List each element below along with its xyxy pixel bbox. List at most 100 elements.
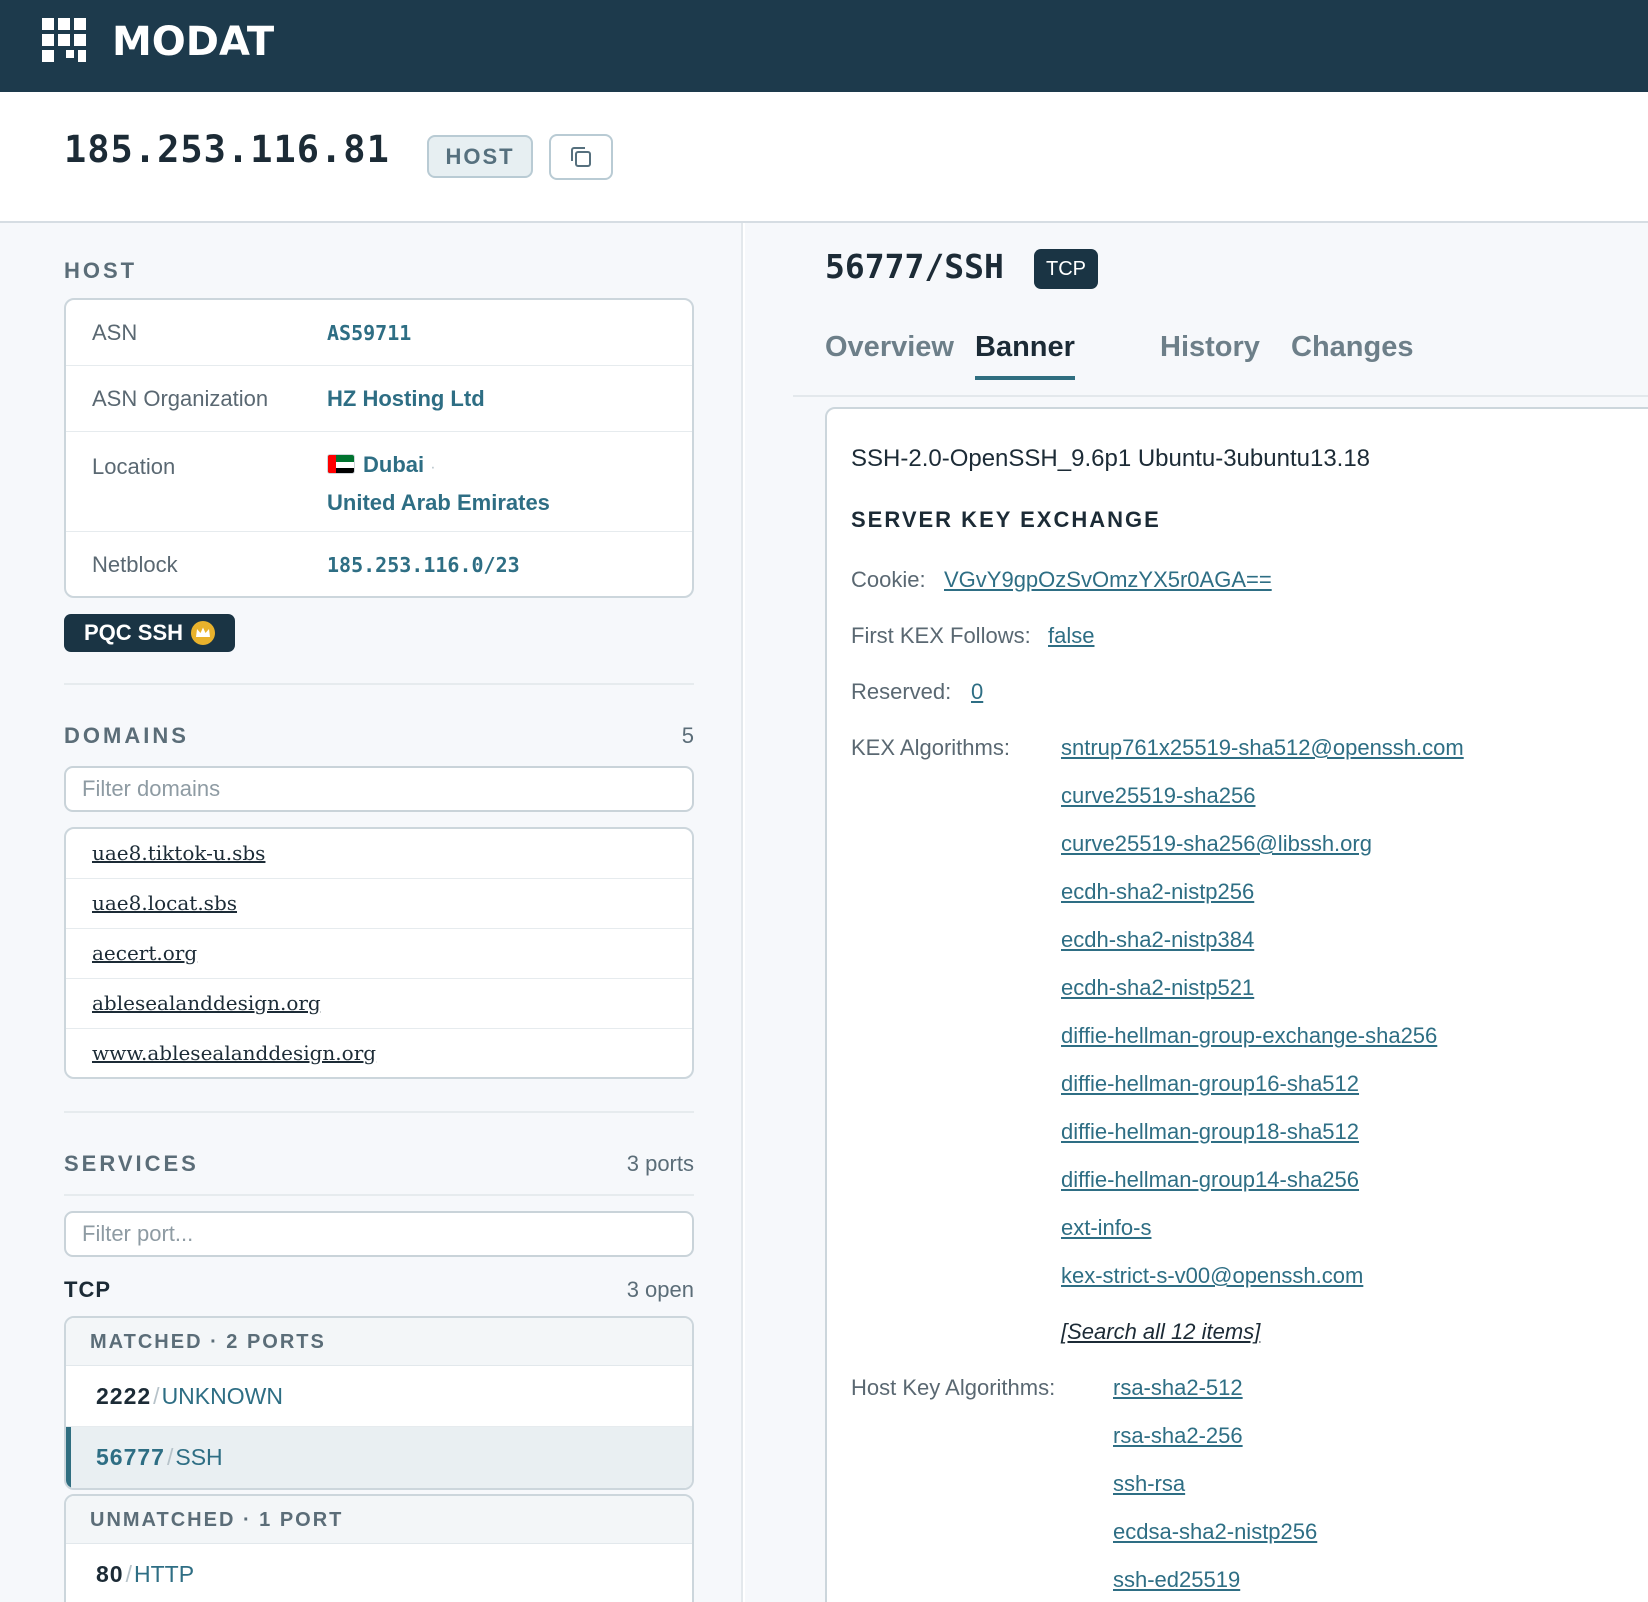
unmatched-ports-group: UNMATCHED · 1 PORT 80/HTTP — [64, 1494, 694, 1602]
kex-algorithm-link[interactable]: ext-info-s — [1061, 1215, 1151, 1241]
kex-algorithm-link[interactable]: diffie-hellman-group14-sha256 — [1061, 1167, 1359, 1193]
asn-org-row: ASN Organization HZ Hosting Ltd — [66, 366, 692, 432]
service-title: 56777/SSH — [825, 247, 1004, 286]
kex-algorithm-link[interactable]: ecdh-sha2-nistp521 — [1061, 975, 1254, 1001]
port-protocol: UNKNOWN — [161, 1383, 283, 1409]
section-divider — [64, 1194, 694, 1196]
pqc-ssh-label: PQC SSH — [84, 620, 184, 645]
cookie-label: Cookie: — [851, 567, 926, 592]
kex-algorithms-label: KEX Algorithms: — [851, 735, 1010, 760]
search-all-items-link[interactable]: [Search all 12 items] — [1061, 1319, 1260, 1345]
domain-list: uae8.tiktok-u.sbs uae8.locat.sbs aecert.… — [64, 827, 694, 1079]
port-row-56777[interactable]: 56777/SSH — [66, 1427, 692, 1488]
host-key-algorithm-link[interactable]: ssh-rsa — [1113, 1471, 1185, 1497]
location-city-text[interactable]: Dubai — [363, 452, 424, 477]
filter-domains-input[interactable] — [64, 766, 694, 812]
port-protocol: HTTP — [133, 1561, 195, 1587]
tab-history[interactable]: History — [1160, 331, 1260, 376]
cookie-value[interactable]: VGvY9gpOzSvOmzYX5r0AGA== — [944, 567, 1272, 593]
location-city[interactable]: Dubai · — [327, 452, 436, 478]
domain-link[interactable]: www.ablesealanddesign.org — [92, 1041, 376, 1065]
port-row-2222[interactable]: 2222/UNKNOWN — [66, 1366, 692, 1427]
kex-algorithm-link[interactable]: ecdh-sha2-nistp256 — [1061, 879, 1254, 905]
location-label: Location — [92, 454, 176, 479]
kex-algorithm-link[interactable]: diffie-hellman-group16-sha512 — [1061, 1071, 1359, 1097]
section-divider — [64, 683, 694, 685]
netblock-value[interactable]: 185.253.116.0/23 — [327, 553, 520, 577]
domain-link[interactable]: ablesealanddesign.org — [92, 991, 321, 1015]
tab-overview[interactable]: Overview — [825, 331, 954, 376]
copy-icon — [571, 147, 591, 167]
matched-ports-group: MATCHED · 2 PORTS 2222/UNKNOWN 56777/SSH — [64, 1316, 694, 1490]
netblock-label: Netblock — [92, 552, 178, 577]
asn-org-value[interactable]: HZ Hosting Ltd — [327, 386, 485, 412]
uae-flag-icon — [327, 454, 355, 474]
service-tabs: Overview Banner History Changes — [793, 309, 1648, 397]
domains-count: 5 — [681, 723, 694, 748]
matched-heading: MATCHED · 2 PORTS — [66, 1318, 692, 1366]
tab-changes[interactable]: Changes — [1291, 331, 1413, 376]
crown-icon — [191, 621, 216, 645]
kex-algorithm-link[interactable]: curve25519-sha256@libssh.org — [1061, 831, 1372, 857]
left-panel: HOST ASN AS59711 ASN Organization HZ Hos… — [0, 223, 743, 1602]
port-row-80[interactable]: 80/HTTP — [66, 1544, 692, 1602]
domain-link[interactable]: aecert.org — [92, 941, 197, 965]
kex-algorithm-link[interactable]: kex-strict-s-v00@openssh.com — [1061, 1263, 1363, 1289]
kex-algorithm-link[interactable]: diffie-hellman-group18-sha512 — [1061, 1119, 1359, 1145]
banner-card: SSH-2.0-OpenSSH_9.6p1 Ubuntu-3ubuntu13.1… — [825, 407, 1648, 1602]
asn-value[interactable]: AS59711 — [327, 321, 411, 345]
location-row: Location Dubai · United Arab Emirates — [66, 432, 692, 532]
tab-banner[interactable]: Banner — [975, 331, 1075, 380]
port-protocol: SSH — [175, 1444, 223, 1470]
host-key-algorithm-link[interactable]: rsa-sha2-512 — [1113, 1375, 1243, 1401]
services-section-title: SERVICES — [64, 1151, 199, 1176]
section-divider — [64, 1111, 694, 1113]
reserved-label: Reserved: — [851, 679, 952, 704]
asn-row: ASN AS59711 — [66, 300, 692, 366]
first-kex-value[interactable]: false — [1048, 623, 1094, 649]
copy-button[interactable] — [549, 134, 613, 180]
domain-item: ablesealanddesign.org — [66, 979, 692, 1029]
port-number: 56777 — [96, 1444, 165, 1470]
location-separator: · — [430, 459, 436, 476]
host-section-title: HOST — [64, 258, 138, 283]
host-key-algorithm-link[interactable]: ssh-ed25519 — [1113, 1567, 1240, 1593]
domain-item: uae8.tiktok-u.sbs — [66, 829, 692, 879]
service-detail-panel: 56777/SSH TCP Overview Banner History Ch… — [745, 223, 1648, 1602]
brand-name[interactable]: MODAT — [112, 18, 274, 66]
domain-link[interactable]: uae8.locat.sbs — [92, 891, 237, 915]
transport-badge: TCP — [1034, 249, 1098, 289]
modat-logo-icon[interactable] — [42, 18, 90, 66]
host-key-algorithm-link[interactable]: rsa-sha2-256 — [1113, 1423, 1243, 1449]
host-key-algorithms-label: Host Key Algorithms: — [851, 1375, 1056, 1400]
host-type-badge: HOST — [427, 135, 533, 178]
unmatched-heading: UNMATCHED · 1 PORT — [66, 1496, 692, 1544]
kex-algorithm-link[interactable]: sntrup761x25519-sha512@openssh.com — [1061, 735, 1464, 761]
domain-item: uae8.locat.sbs — [66, 879, 692, 929]
host-info-card: ASN AS59711 ASN Organization HZ Hosting … — [64, 298, 694, 598]
asn-label: ASN — [92, 320, 138, 345]
domain-link[interactable]: uae8.tiktok-u.sbs — [92, 841, 265, 865]
tcp-open-count: 3 open — [626, 1277, 694, 1302]
kex-algorithm-link[interactable]: ecdh-sha2-nistp384 — [1061, 927, 1254, 953]
port-number: 2222 — [96, 1383, 152, 1409]
tcp-group-label: TCP — [64, 1277, 111, 1302]
ssh-banner-text: SSH-2.0-OpenSSH_9.6p1 Ubuntu-3ubuntu13.1… — [851, 445, 1371, 472]
host-key-algorithm-link[interactable]: ecdsa-sha2-nistp256 — [1113, 1519, 1317, 1545]
host-title-bar: 185.253.116.81 HOST — [0, 92, 1648, 223]
domain-item: www.ablesealanddesign.org — [66, 1029, 692, 1077]
port-number: 80 — [96, 1561, 124, 1587]
kex-algorithm-link[interactable]: curve25519-sha256 — [1061, 783, 1255, 809]
port-separator: / — [166, 1444, 174, 1470]
first-kex-label: First KEX Follows: — [851, 623, 1031, 648]
host-ip-title: 185.253.116.81 — [64, 128, 390, 171]
kex-algorithm-link[interactable]: diffie-hellman-group-exchange-sha256 — [1061, 1023, 1437, 1049]
domains-section-title: DOMAINS — [64, 723, 189, 748]
pqc-ssh-badge[interactable]: PQC SSH — [64, 614, 235, 652]
port-separator: / — [153, 1383, 160, 1409]
port-separator: / — [125, 1561, 132, 1587]
top-nav-bar: MODAT — [0, 0, 1648, 92]
location-country[interactable]: United Arab Emirates — [327, 490, 550, 516]
filter-port-input[interactable] — [64, 1211, 694, 1257]
reserved-value[interactable]: 0 — [971, 679, 983, 705]
